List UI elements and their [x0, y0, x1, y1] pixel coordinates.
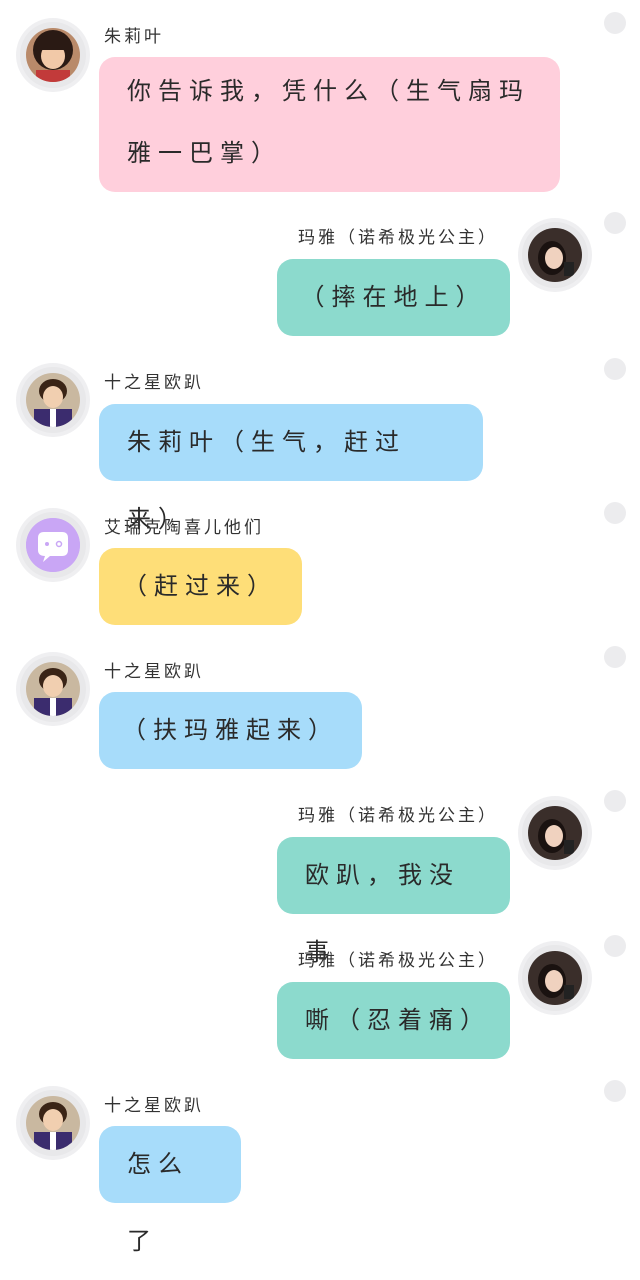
message-text-line: 雅一巴掌）	[127, 139, 282, 167]
sender-name: 玛雅（诺希极光公主）	[298, 228, 498, 248]
sender-name: 朱莉叶	[104, 27, 164, 47]
more-options-dot-icon[interactable]	[604, 790, 626, 812]
message-text-line: 你告诉我，凭什么（生气扇玛	[127, 77, 530, 105]
sender-name: 十之星欧趴	[104, 373, 204, 393]
sender-name: 玛雅（诺希极光公主）	[298, 806, 498, 826]
message-text-line: （赶过来）	[123, 572, 278, 600]
more-options-dot-icon[interactable]	[604, 646, 626, 668]
sender-name: 玛雅（诺希极光公主）	[298, 951, 498, 971]
chat-transcript: 朱莉叶 你告诉我，凭什么（生气扇玛 雅一巴掌） 玛雅（诺希极光公主） （摔在地上…	[0, 0, 640, 1255]
message-text-line: 怎么了	[127, 1150, 189, 1255]
maya-avatar-icon[interactable]	[522, 945, 588, 1011]
message-text-line: （摔在地上）	[300, 283, 487, 311]
opa-avatar-icon[interactable]	[20, 367, 86, 433]
opa-avatar-icon[interactable]	[20, 656, 86, 722]
opa-avatar-icon[interactable]	[20, 1090, 86, 1156]
message-text-line: （扶玛雅起来）	[122, 716, 339, 744]
julie-avatar-icon[interactable]	[20, 22, 86, 88]
sender-name: 十之星欧趴	[104, 1096, 204, 1116]
more-options-dot-icon[interactable]	[604, 358, 626, 380]
message-text-line: 嘶（忍着痛）	[305, 1006, 491, 1034]
chat-bubble-avatar-icon[interactable]	[20, 512, 86, 578]
message-bubble[interactable]: 欧趴，我没事	[277, 837, 510, 966]
more-options-dot-icon[interactable]	[604, 212, 626, 234]
message-bubble[interactable]: （扶玛雅起来）	[99, 692, 362, 769]
message-bubble[interactable]: 嘶（忍着痛）	[277, 982, 510, 1059]
maya-avatar-icon[interactable]	[522, 222, 588, 288]
more-options-dot-icon[interactable]	[604, 12, 626, 34]
more-options-dot-icon[interactable]	[604, 1080, 626, 1102]
maya-avatar-icon[interactable]	[522, 800, 588, 866]
message-bubble[interactable]: （摔在地上）	[277, 259, 510, 336]
message-bubble[interactable]: 怎么了	[99, 1126, 241, 1255]
sender-name: 十之星欧趴	[104, 662, 204, 682]
more-options-dot-icon[interactable]	[604, 502, 626, 524]
message-bubble[interactable]: 你告诉我，凭什么（生气扇玛 雅一巴掌）	[99, 57, 560, 192]
message-bubble[interactable]: （赶过来）	[99, 548, 302, 625]
sender-name: 艾瑞克陶喜儿他们	[104, 518, 264, 538]
more-options-dot-icon[interactable]	[604, 935, 626, 957]
message-bubble[interactable]: 朱莉叶（生气，赶过来）	[99, 404, 483, 533]
